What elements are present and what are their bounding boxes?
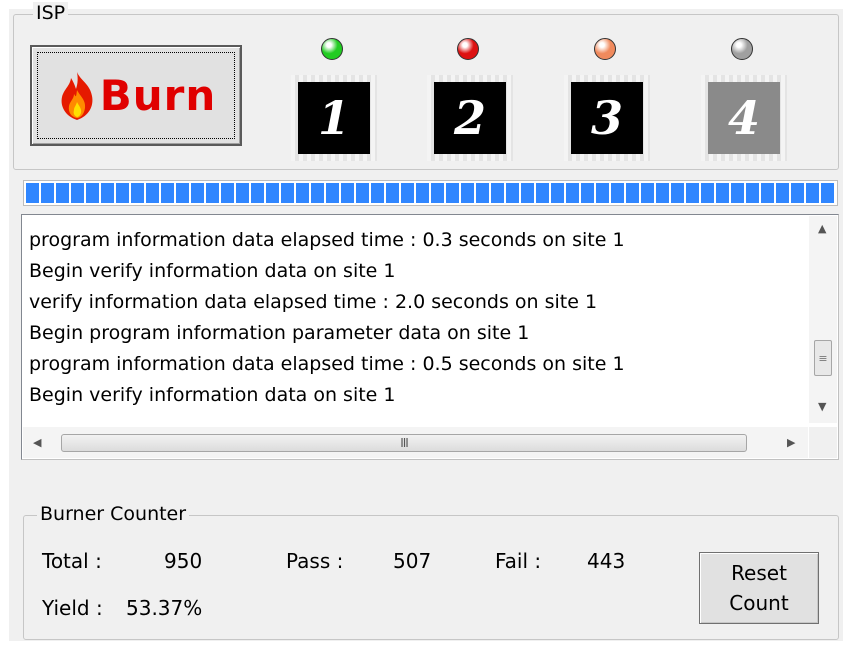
progress-segment — [731, 183, 744, 203]
progress-segment — [356, 183, 369, 203]
progress-segment — [626, 183, 639, 203]
fail-label: Fail : — [495, 549, 542, 573]
progress-segment — [296, 183, 309, 203]
pass-label: Pass : — [286, 549, 344, 573]
progress-segment — [146, 183, 159, 203]
progress-segment — [461, 183, 474, 203]
progress-segment — [686, 183, 699, 203]
led-indicator-icon-2 — [457, 38, 479, 60]
horizontal-scrollbar[interactable]: ◀ III ▶ — [23, 427, 808, 458]
scroll-right-icon[interactable]: ▶ — [787, 436, 795, 449]
progress-segment — [386, 183, 399, 203]
progress-segment — [446, 183, 459, 203]
log-lines: program information data elapsed time : … — [29, 225, 804, 411]
progress-segment — [656, 183, 669, 203]
progress-segment — [371, 183, 384, 203]
progress-segment — [401, 183, 414, 203]
progress-segment — [416, 183, 429, 203]
progress-segment — [251, 183, 264, 203]
log-line: Begin verify information data on site 1 — [29, 260, 396, 282]
progress-segment — [716, 183, 729, 203]
scroll-left-icon[interactable]: ◀ — [33, 436, 41, 449]
reset-count-button[interactable]: Reset Count — [699, 552, 819, 624]
progress-segment — [776, 183, 789, 203]
progress-segment — [161, 183, 174, 203]
progress-segment — [581, 183, 594, 203]
progress-segment — [566, 183, 579, 203]
progress-segment — [101, 183, 114, 203]
progress-segment — [641, 183, 654, 203]
vertical-scrollbar[interactable]: ▲ ≡ ▼ — [809, 216, 837, 423]
progress-segment — [206, 183, 219, 203]
led-indicator-icon-4 — [731, 38, 753, 60]
log-line: Begin program information parameter data… — [29, 322, 530, 344]
progress-segment — [551, 183, 564, 203]
progress-segment — [311, 183, 324, 203]
burner-counter-title: Burner Counter — [37, 503, 190, 525]
log-textbox[interactable]: program information data elapsed time : … — [21, 214, 839, 460]
reset-count-line2: Count — [729, 591, 789, 615]
led-indicator-icon-1 — [321, 38, 343, 60]
progress-segment — [281, 183, 294, 203]
progress-segment — [806, 183, 819, 203]
horizontal-scroll-thumb[interactable]: III — [61, 434, 747, 452]
progress-segment — [191, 183, 204, 203]
progress-segment — [491, 183, 504, 203]
burn-button[interactable]: Burn — [30, 45, 242, 146]
reset-count-line1: Reset — [731, 561, 787, 585]
progress-segment — [611, 183, 624, 203]
progress-segment — [266, 183, 279, 203]
progress-segment — [71, 183, 84, 203]
progress-segment — [746, 183, 759, 203]
pass-value: 507 — [393, 549, 432, 573]
progress-segment — [56, 183, 69, 203]
progress-segment — [131, 183, 144, 203]
progress-segment — [476, 183, 489, 203]
vertical-scroll-thumb[interactable]: ≡ — [814, 340, 832, 376]
isp-group-title: ISP — [33, 2, 69, 24]
log-line: program information data elapsed time : … — [29, 353, 625, 375]
progress-segment — [761, 183, 774, 203]
yield-value: 53.37% — [126, 596, 203, 620]
log-line: verify information data elapsed time : 2… — [29, 291, 598, 313]
progress-segment — [341, 183, 354, 203]
progress-segment — [596, 183, 609, 203]
progress-segment — [41, 183, 54, 203]
progress-segment — [116, 183, 129, 203]
site-chip-1[interactable]: 1 — [298, 82, 370, 154]
progress-segment — [176, 183, 189, 203]
progress-segment — [791, 183, 804, 203]
site-chip-3[interactable]: 3 — [571, 82, 643, 154]
progress-segment — [221, 183, 234, 203]
site-chip-4[interactable]: 4 — [708, 82, 780, 154]
total-label: Total : — [42, 549, 102, 573]
progress-segment — [821, 183, 834, 203]
burn-label: Burn — [99, 70, 217, 120]
progress-segment — [326, 183, 339, 203]
progress-segment — [536, 183, 549, 203]
yield-label: Yield : — [42, 596, 103, 620]
led-indicator-icon-3 — [594, 38, 616, 60]
progress-segment — [701, 183, 714, 203]
scroll-corner — [809, 427, 837, 458]
progress-segment — [506, 183, 519, 203]
total-value: 950 — [164, 549, 203, 573]
fail-value: 443 — [587, 549, 626, 573]
progress-segment — [236, 183, 249, 203]
scroll-up-icon[interactable]: ▲ — [818, 222, 826, 235]
log-line: program information data elapsed time : … — [29, 229, 625, 251]
progress-segment — [26, 183, 39, 203]
flame-icon — [61, 71, 93, 120]
progress-segment — [431, 183, 444, 203]
site-chip-2[interactable]: 2 — [434, 82, 506, 154]
progress-segment — [86, 183, 99, 203]
log-line: Begin verify information data on site 1 — [29, 384, 396, 406]
scroll-down-icon[interactable]: ▼ — [818, 400, 826, 413]
progress-bar — [23, 180, 838, 206]
progress-segment — [671, 183, 684, 203]
progress-segment — [521, 183, 534, 203]
